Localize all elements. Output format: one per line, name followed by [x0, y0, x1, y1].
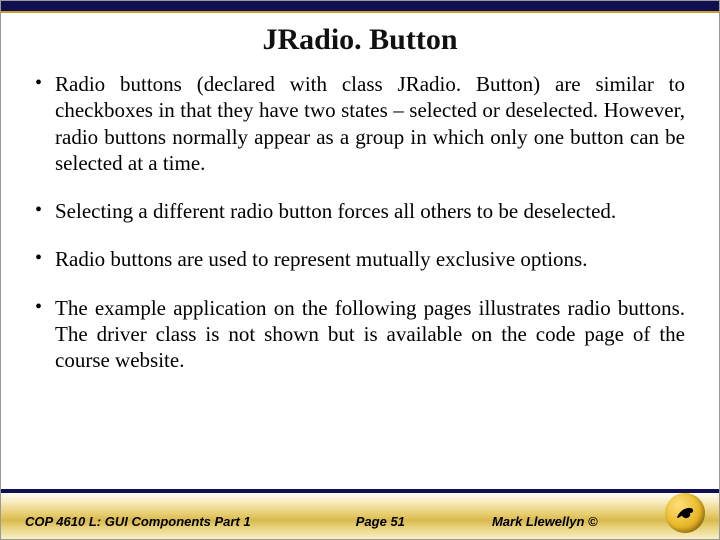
pegasus-icon: [672, 500, 698, 526]
bullet-item: • Radio buttons (declared with class JRa…: [35, 71, 685, 176]
bullet-dot: •: [35, 295, 55, 374]
top-bar: [1, 1, 719, 13]
bullet-item: • Radio buttons are used to represent mu…: [35, 246, 685, 272]
bullet-item: • The example application on the followi…: [35, 295, 685, 374]
footer-page: Page 51: [297, 514, 464, 529]
bullet-dot: •: [35, 246, 55, 272]
bullet-text: Radio buttons (declared with class JRadi…: [55, 71, 685, 176]
slide-body: • Radio buttons (declared with class JRa…: [1, 71, 719, 539]
slide-title: JRadio. Button: [1, 13, 719, 71]
bullet-dot: •: [35, 71, 55, 176]
bullet-text: The example application on the following…: [55, 295, 685, 374]
footer-rule: [1, 489, 719, 493]
footer-row: COP 4610 L: GUI Components Part 1 Page 5…: [1, 514, 719, 529]
bullet-item: • Selecting a different radio button for…: [35, 198, 685, 224]
bullet-text: Selecting a different radio button force…: [55, 198, 685, 224]
slide: JRadio. Button • Radio buttons (declared…: [0, 0, 720, 540]
bullet-dot: •: [35, 198, 55, 224]
ucf-logo-icon: [665, 493, 705, 533]
footer-course: COP 4610 L: GUI Components Part 1: [25, 514, 297, 529]
slide-footer: COP 4610 L: GUI Components Part 1 Page 5…: [1, 487, 719, 539]
bullet-text: Radio buttons are used to represent mutu…: [55, 246, 685, 272]
